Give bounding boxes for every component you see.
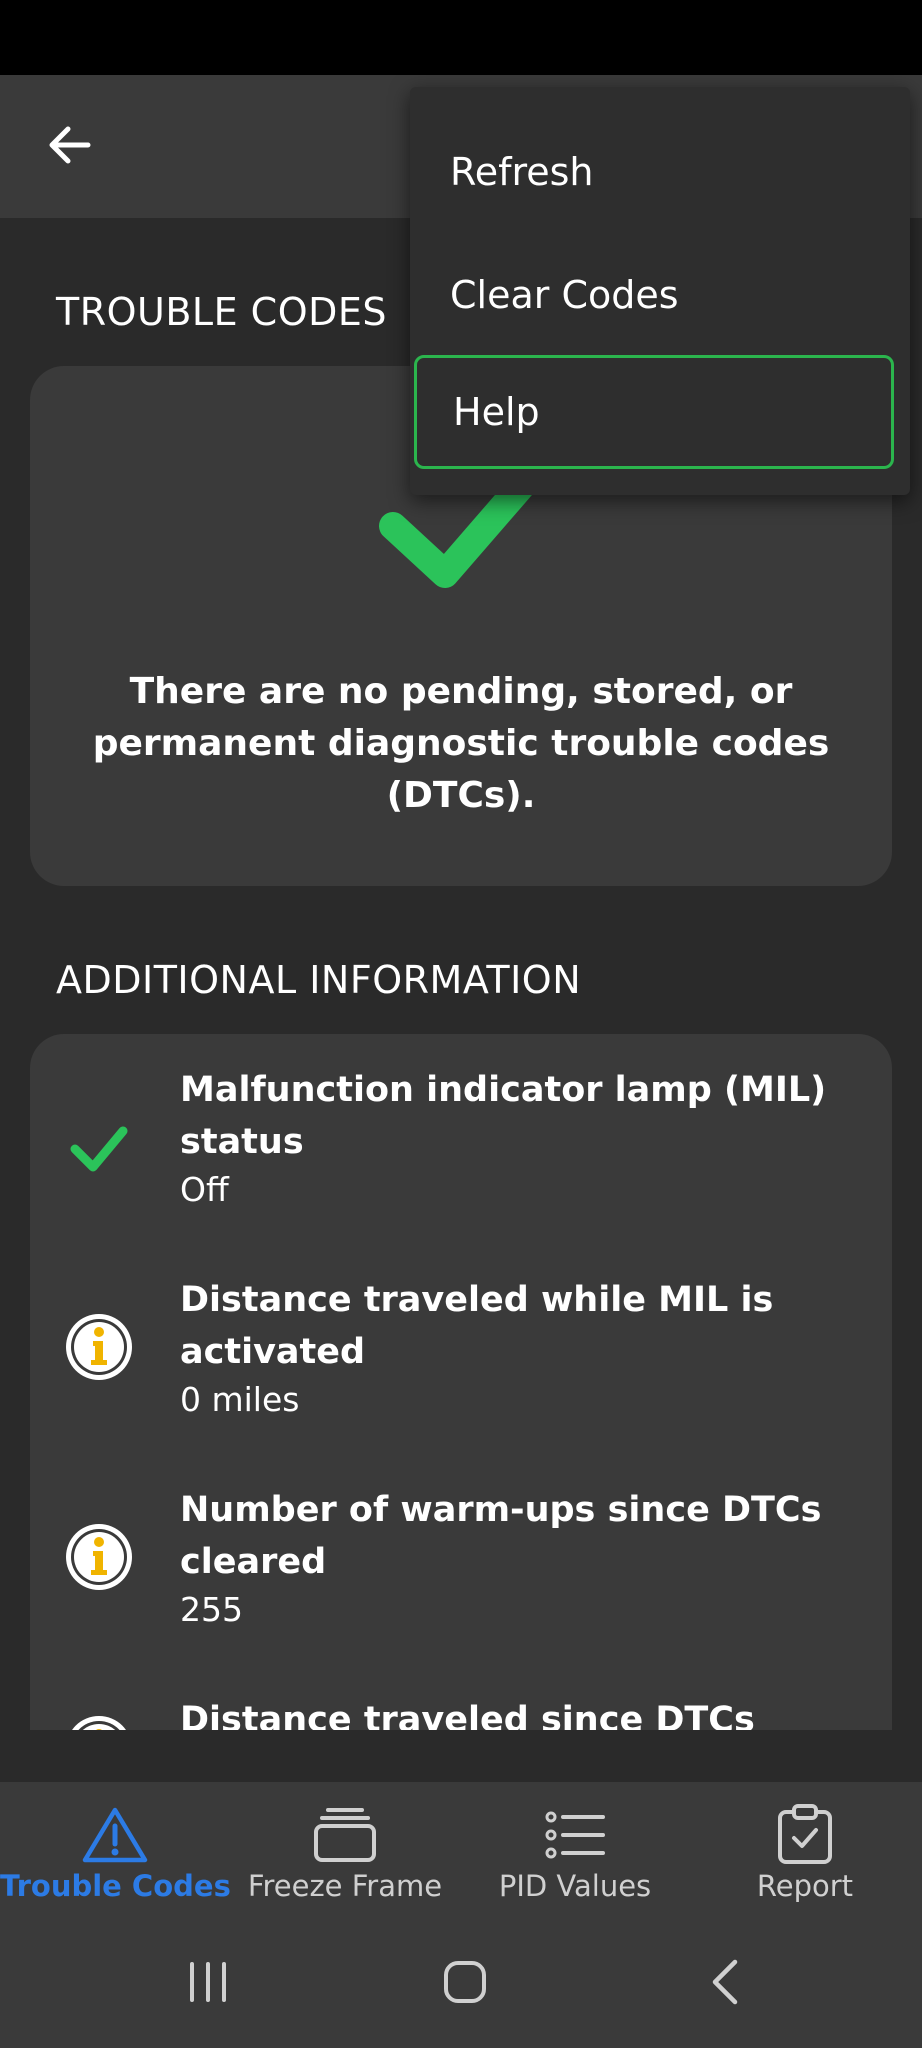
bottom-navigation: Trouble Codes Freeze Frame PID Values Re… bbox=[0, 1782, 922, 1912]
info-value: 255 bbox=[180, 1590, 243, 1629]
tab-trouble-codes[interactable]: Trouble Codes bbox=[0, 1782, 231, 1912]
freeze-frame-icon bbox=[310, 1804, 380, 1866]
info-value: Off bbox=[180, 1170, 229, 1209]
tab-label: PID Values bbox=[498, 1869, 652, 1903]
tab-pid-values[interactable]: PID Values bbox=[460, 1782, 690, 1912]
menu-item-clear-codes[interactable]: Clear Codes bbox=[414, 238, 894, 352]
menu-item-help[interactable]: Help bbox=[414, 355, 894, 469]
recent-apps-icon bbox=[190, 1962, 226, 2002]
back-button[interactable] bbox=[40, 115, 100, 175]
tab-report[interactable]: Report bbox=[690, 1782, 920, 1912]
info-item-distance-mil: Distance traveled while MIL is activated… bbox=[30, 1274, 892, 1464]
section-header-additional-info: ADDITIONAL INFORMATION bbox=[56, 958, 582, 1002]
info-title: Distance traveled while MIL is activated bbox=[180, 1280, 774, 1372]
check-icon bbox=[62, 1112, 136, 1186]
info-icon bbox=[62, 1310, 136, 1384]
section-header-trouble-codes: TROUBLE CODES bbox=[56, 290, 388, 334]
info-title: Number of warm-ups since DTCs cleared bbox=[180, 1490, 822, 1582]
tab-freeze-frame[interactable]: Freeze Frame bbox=[230, 1782, 460, 1912]
tab-label: Freeze Frame bbox=[247, 1869, 443, 1903]
info-title: Distance traveled since DTCs cleared bbox=[180, 1700, 755, 1730]
list-icon bbox=[540, 1804, 610, 1866]
info-value: 0 miles bbox=[180, 1380, 300, 1419]
home-icon bbox=[444, 1961, 486, 2003]
info-item-distance-cleared: Distance traveled since DTCs cleared bbox=[30, 1694, 892, 1730]
info-item-mil-status: Malfunction indicator lamp (MIL) status … bbox=[30, 1064, 892, 1254]
status-bar bbox=[0, 0, 922, 75]
recent-apps-button[interactable] bbox=[168, 1952, 248, 2012]
home-button[interactable] bbox=[425, 1952, 505, 2012]
info-title: Malfunction indicator lamp (MIL) status bbox=[180, 1070, 827, 1162]
clipboard-check-icon bbox=[770, 1804, 840, 1866]
system-back-button[interactable] bbox=[685, 1952, 765, 2012]
system-navigation-bar bbox=[0, 1912, 922, 2048]
tab-label: Report bbox=[756, 1869, 854, 1903]
info-icon bbox=[62, 1712, 136, 1730]
dtc-message: There are no pending, stored, or permane… bbox=[92, 671, 830, 816]
info-item-warmups: Number of warm-ups since DTCs cleared 25… bbox=[30, 1484, 892, 1674]
arrow-left-icon bbox=[49, 126, 91, 164]
additional-info-card: Malfunction indicator lamp (MIL) status … bbox=[30, 1034, 892, 1730]
info-icon bbox=[62, 1520, 136, 1594]
tab-label: Trouble Codes bbox=[0, 1869, 231, 1903]
menu-item-refresh[interactable]: Refresh bbox=[414, 115, 894, 229]
overflow-menu: Refresh Clear Codes Help bbox=[410, 87, 910, 495]
warning-triangle-icon bbox=[80, 1804, 150, 1866]
chevron-left-icon bbox=[712, 1959, 738, 2005]
